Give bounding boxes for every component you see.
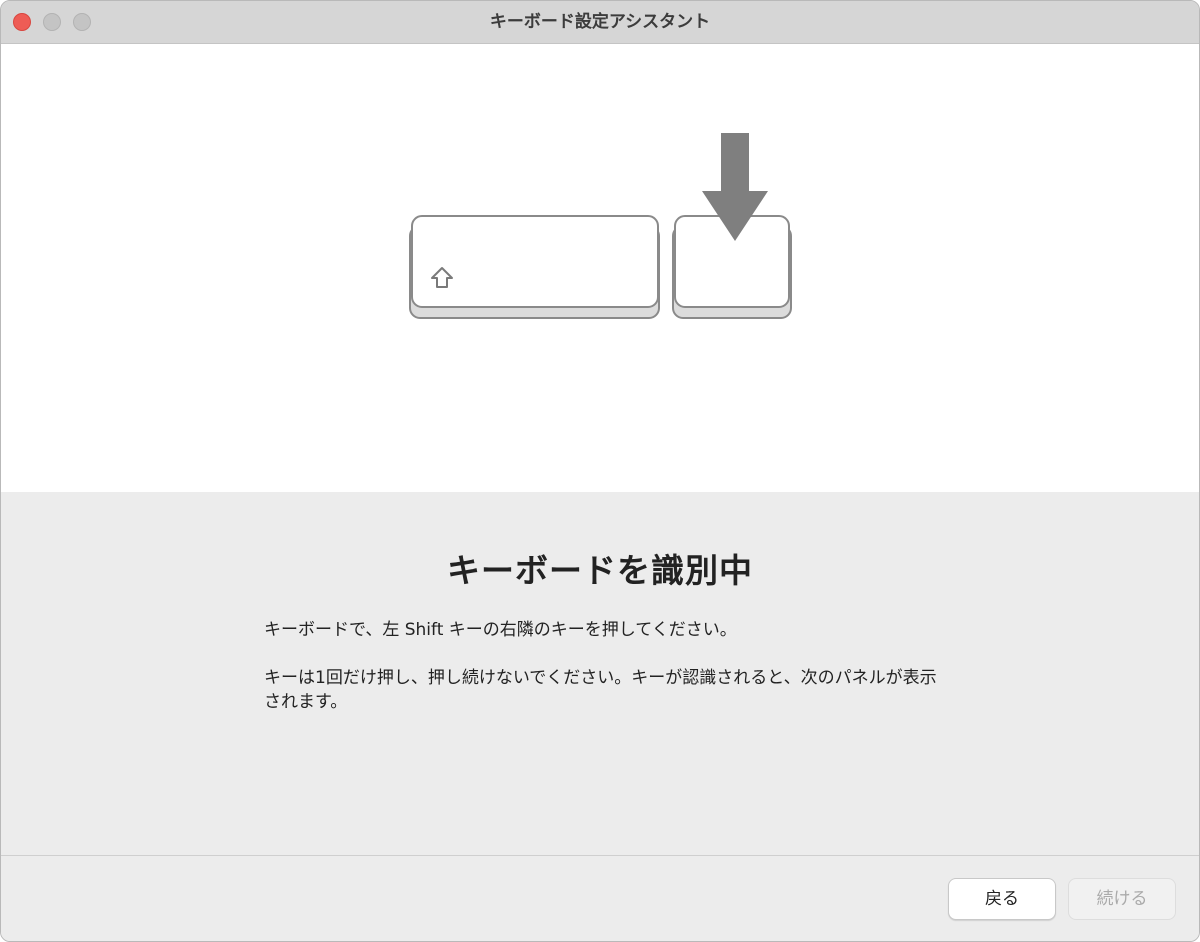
back-button[interactable]: 戻る (948, 878, 1056, 920)
page-title: キーボードを識別中 (447, 551, 753, 590)
shift-key (409, 215, 660, 319)
instructions-pane: キーボードを識別中 キーボードで、左 Shift キーの右隣のキーを押してくださ… (1, 492, 1199, 854)
window-title: キーボード設定アシスタント (489, 12, 711, 32)
keyboard-illustration (1, 44, 1199, 492)
instruction-note: キーは1回だけ押し、押し続けないでください。キーが認識されると、次のパネルが表示… (264, 668, 937, 712)
footer-bar: 戻る 続ける (1, 856, 1199, 941)
title-bar: キーボード設定アシスタント (1, 1, 1199, 44)
instruction-text: キーボードで、左 Shift キーの右隣のキーを押してください。 (264, 620, 737, 640)
keyboard-setup-window: キーボード設定アシスタント キーボードを識別中 キーボードで、左 Shift キ… (0, 0, 1200, 942)
keys-graphic (409, 133, 792, 319)
continue-button[interactable]: 続ける (1068, 878, 1176, 920)
